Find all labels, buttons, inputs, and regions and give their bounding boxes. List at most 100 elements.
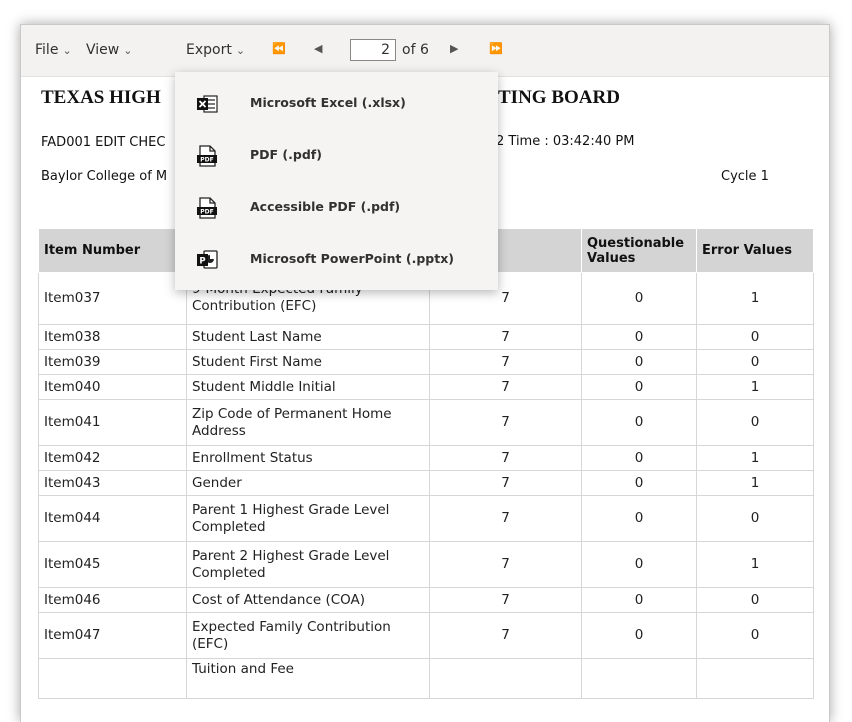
export-accessible-pdf-option[interactable]: PDF Accessible PDF (.pdf) [175, 183, 498, 233]
view-menu-label: View [86, 42, 120, 58]
range-cell: 7 [429, 541, 582, 588]
page-number-input[interactable]: 2 [350, 39, 396, 61]
item-number-cell: Item047 [38, 612, 187, 659]
column-header-item-number: Item Number [38, 228, 187, 273]
last-page-icon[interactable]: ⏩ [489, 42, 503, 55]
item-number-cell: Item044 [38, 495, 187, 542]
description-cell: Student First Name [186, 349, 430, 375]
view-menu[interactable]: View ⌄ [86, 42, 132, 58]
range-cell: 7 [429, 349, 582, 375]
item-number-cell: Item041 [38, 399, 187, 446]
questionable-values-cell: 0 [581, 324, 697, 350]
page-count-label: of 6 [402, 42, 429, 58]
report-viewer-window: File ⌄ View ⌄ Export ⌄ ⏪ ◀ 2 of 6 ▶ ⏩ TEXAS… [20, 24, 830, 722]
description-cell: Zip Code of Permanent Home Address [186, 399, 430, 446]
export-excel-option[interactable]: Microsoft Excel (.xlsx) [175, 79, 498, 129]
error-values-cell: 0 [696, 587, 814, 613]
svg-text:PDF: PDF [200, 209, 213, 216]
table-row: Item038 Student Last Name 7 0 0 [38, 324, 814, 350]
export-pdf-option[interactable]: PDF PDF (.pdf) [175, 131, 498, 181]
description-cell: Student Middle Initial [186, 374, 430, 400]
item-number-cell: Item045 [38, 541, 187, 588]
error-values-cell: 1 [696, 470, 814, 496]
export-pdf-label: PDF (.pdf) [250, 147, 322, 162]
item-number-cell: Item039 [38, 349, 187, 375]
cycle-label: Cycle 1 [721, 169, 769, 184]
description-cell: Tuition and Fee [186, 658, 430, 699]
report-title-left: TEXAS HIGH [41, 87, 161, 108]
item-number-cell [38, 658, 187, 699]
table-row: Item046 Cost of Attendance (COA) 7 0 0 [38, 587, 814, 613]
export-powerpoint-label: Microsoft PowerPoint (.pptx) [250, 251, 454, 266]
questionable-values-cell: 0 [581, 495, 697, 542]
report-subtitle: FAD001 EDIT CHEC [41, 135, 166, 150]
export-powerpoint-option[interactable]: P Microsoft PowerPoint (.pptx) [175, 235, 498, 285]
first-page-icon[interactable]: ⏪ [272, 42, 286, 55]
description-cell: Expected Family Contribution (EFC) [186, 612, 430, 659]
error-values-cell: 1 [696, 272, 814, 325]
table-row: Item039 Student First Name 7 0 0 [38, 349, 814, 375]
edit-check-table: Item Number Range Questionable Values Er… [38, 228, 814, 699]
item-number-cell: Item037 [38, 272, 187, 325]
description-cell: Cost of Attendance (COA) [186, 587, 430, 613]
error-values-cell: 0 [696, 324, 814, 350]
error-values-cell: 0 [696, 495, 814, 542]
questionable-values-cell: 0 [581, 587, 697, 613]
report-toolbar: File ⌄ View ⌄ Export ⌄ ⏪ ◀ 2 of 6 ▶ ⏩ [21, 25, 829, 77]
questionable-values-cell: 0 [581, 272, 697, 325]
pdf-icon: PDF [197, 145, 217, 167]
range-cell: 7 [429, 374, 582, 400]
questionable-values-cell: 0 [581, 399, 697, 446]
item-number-cell: Item043 [38, 470, 187, 496]
chevron-down-icon: ⌄ [123, 44, 133, 57]
questionable-values-cell: 0 [581, 541, 697, 588]
range-cell: 7 [429, 495, 582, 542]
table-row: Tuition and Fee [38, 658, 814, 699]
svg-text:PDF: PDF [200, 157, 213, 164]
powerpoint-icon: P [197, 250, 218, 269]
questionable-values-cell: 0 [581, 349, 697, 375]
next-page-icon[interactable]: ▶ [450, 42, 458, 55]
error-values-cell: 0 [696, 349, 814, 375]
description-cell: Parent 1 Highest Grade Level Completed [186, 495, 430, 542]
export-excel-label: Microsoft Excel (.xlsx) [250, 95, 406, 110]
table-row: Item043 Gender 7 0 1 [38, 470, 814, 496]
range-cell: 7 [429, 612, 582, 659]
export-menu[interactable]: Export ⌄ [186, 42, 245, 58]
table-row: Item045 Parent 2 Highest Grade Level Com… [38, 541, 814, 588]
item-number-cell: Item046 [38, 587, 187, 613]
table-row: Item047 Expected Family Contribution (EF… [38, 612, 814, 659]
file-menu-label: File [35, 42, 59, 58]
range-cell: 7 [429, 587, 582, 613]
range-cell: 7 [429, 470, 582, 496]
institution-name: Baylor College of M [41, 169, 168, 184]
column-header-error-values: Error Values [696, 228, 814, 273]
description-cell: Gender [186, 470, 430, 496]
questionable-values-cell: 0 [581, 612, 697, 659]
svg-text:P: P [199, 257, 205, 267]
questionable-values-cell: 0 [581, 374, 697, 400]
questionable-values-cell: 0 [581, 470, 697, 496]
error-values-cell: 0 [696, 612, 814, 659]
error-values-cell: 0 [696, 399, 814, 446]
questionable-values-cell: 0 [581, 445, 697, 471]
error-values-cell [696, 658, 814, 699]
table-row: Item044 Parent 1 Highest Grade Level Com… [38, 495, 814, 542]
description-cell: Student Last Name [186, 324, 430, 350]
column-header-questionable-values: Questionable Values [581, 228, 697, 273]
export-dropdown-menu: Microsoft Excel (.xlsx) PDF PDF (.pdf) P… [175, 72, 498, 290]
range-cell [429, 658, 582, 699]
description-cell: Parent 2 Highest Grade Level Completed [186, 541, 430, 588]
questionable-values-cell [581, 658, 697, 699]
table-row: Item042 Enrollment Status 7 0 1 [38, 445, 814, 471]
range-cell: 7 [429, 445, 582, 471]
description-cell: Enrollment Status [186, 445, 430, 471]
report-title-right: TING BOARD [498, 87, 620, 108]
file-menu[interactable]: File ⌄ [35, 42, 72, 58]
previous-page-icon[interactable]: ◀ [314, 42, 322, 55]
excel-icon [197, 95, 218, 113]
table-row: Item040 Student Middle Initial 7 0 1 [38, 374, 814, 400]
range-cell: 7 [429, 399, 582, 446]
error-values-cell: 1 [696, 445, 814, 471]
chevron-down-icon: ⌄ [62, 44, 72, 57]
